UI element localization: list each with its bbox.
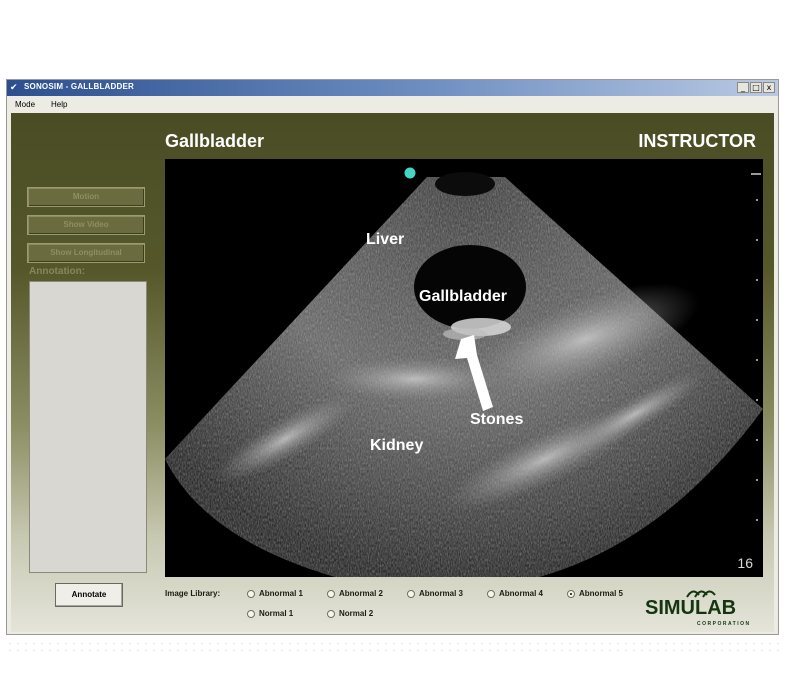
- window-controls: _ □ x: [737, 82, 775, 93]
- radio-abnormal-1[interactable]: [247, 590, 255, 598]
- logo-sub: CORPORATION: [697, 621, 751, 627]
- option-abnormal-1-label[interactable]: Abnormal 1: [259, 589, 303, 598]
- radio-abnormal-4[interactable]: [487, 590, 495, 598]
- option-abnormal-3-label[interactable]: Abnormal 3: [419, 589, 463, 598]
- label-gallbladder: Gallbladder: [419, 288, 508, 305]
- option-normal-2-label[interactable]: Normal 2: [339, 609, 373, 618]
- annotation-textarea[interactable]: [29, 281, 147, 573]
- menu-bar: Mode Help: [7, 96, 778, 113]
- ultrasound-image: [165, 172, 763, 577]
- window-title: SONOSIM - GALLBLADDER: [24, 82, 134, 91]
- logo-name: SIMULAB: [645, 597, 737, 619]
- show-video-button[interactable]: Show Video: [27, 215, 145, 235]
- radio-abnormal-2[interactable]: [327, 590, 335, 598]
- option-abnormal-4-label[interactable]: Abnormal 4: [499, 589, 543, 598]
- page-background-pattern: [6, 640, 780, 654]
- simulab-logo: SIMULAB CORPORATION: [643, 585, 763, 635]
- minimize-button[interactable]: _: [737, 82, 749, 93]
- orientation-marker-icon: [404, 167, 416, 179]
- label-liver: Liver: [366, 231, 405, 248]
- app-window: ✔ SONOSIM - GALLBLADDER _ □ x Mode Help …: [6, 79, 779, 635]
- option-normal-1-label[interactable]: Normal 1: [259, 609, 293, 618]
- annotation-label: Annotation:: [29, 266, 86, 277]
- ultrasound-viewport[interactable]: Liver Gallbladder Stones Kidney 16: [165, 159, 763, 577]
- radio-normal-1[interactable]: [247, 610, 255, 618]
- motion-button[interactable]: Motion: [27, 187, 145, 207]
- menu-mode[interactable]: Mode: [15, 100, 35, 109]
- label-stones: Stones: [470, 411, 524, 428]
- maximize-button[interactable]: □: [750, 82, 762, 93]
- image-library-label: Image Library:: [165, 589, 221, 598]
- menu-help[interactable]: Help: [51, 100, 67, 109]
- close-button[interactable]: x: [763, 82, 775, 93]
- annotate-button[interactable]: Annotate: [55, 583, 123, 607]
- option-abnormal-2-label[interactable]: Abnormal 2: [339, 589, 383, 598]
- option-abnormal-5-label[interactable]: Abnormal 5: [579, 589, 623, 598]
- app-content: Gallbladder INSTRUCTOR Motion Show Video…: [11, 113, 774, 632]
- mode-label: INSTRUCTOR: [638, 131, 756, 151]
- radio-abnormal-5[interactable]: [567, 590, 575, 598]
- app-icon: ✔: [10, 82, 18, 92]
- title-bar[interactable]: ✔ SONOSIM - GALLBLADDER _ □ x: [7, 80, 778, 96]
- radio-normal-2[interactable]: [327, 610, 335, 618]
- radio-abnormal-3[interactable]: [407, 590, 415, 598]
- frame-number: 16: [737, 555, 753, 571]
- show-longitudinal-button[interactable]: Show Longitudinal: [27, 243, 145, 263]
- page-title: Gallbladder: [165, 131, 265, 151]
- label-kidney: Kidney: [370, 437, 424, 454]
